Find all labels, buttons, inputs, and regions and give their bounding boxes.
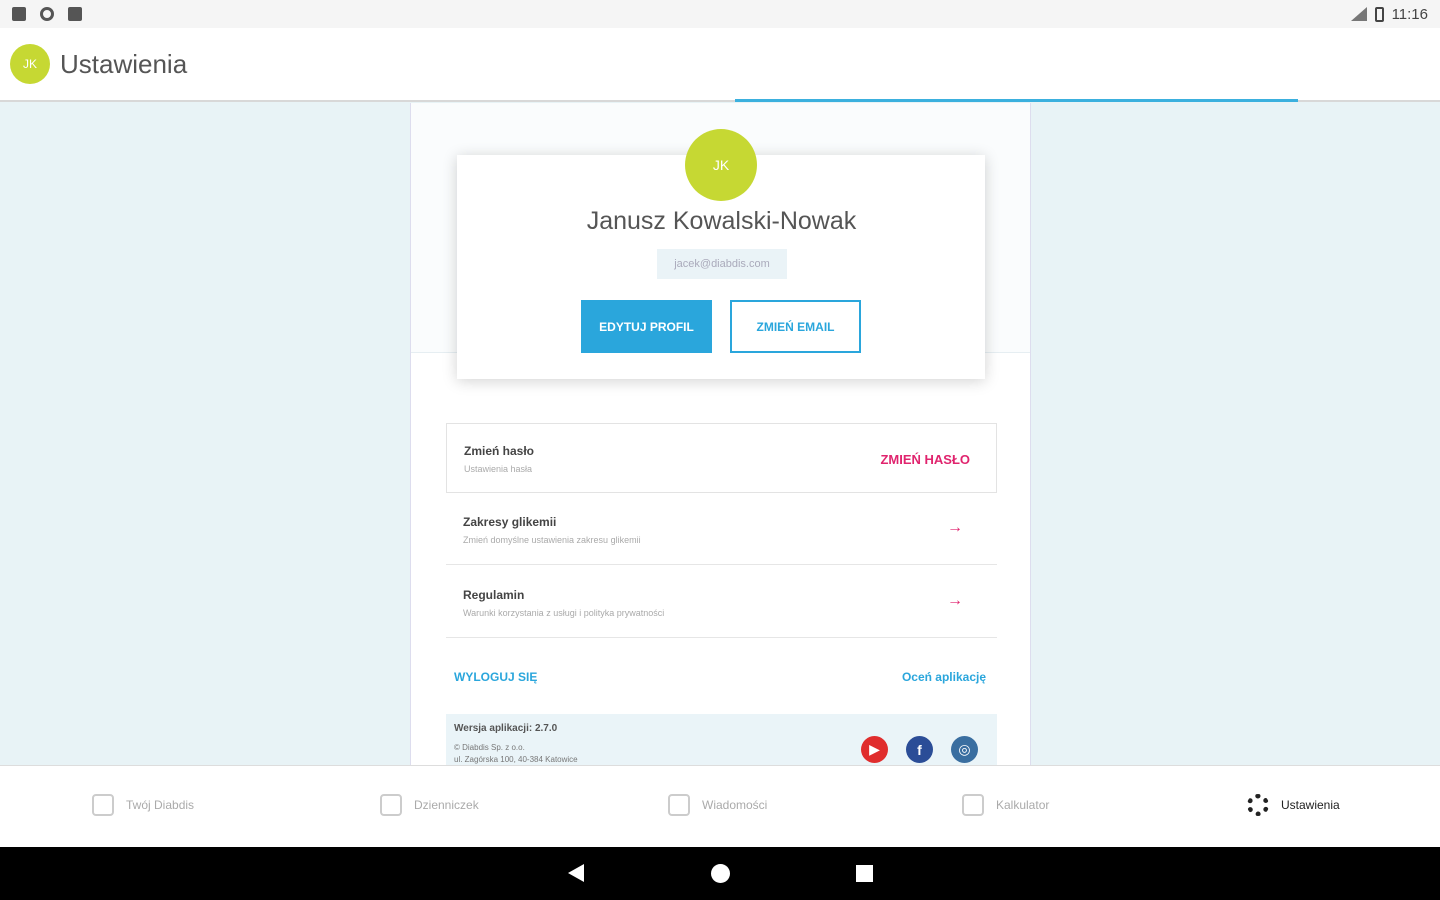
settings-row-title: Zmień hasło [464,444,535,458]
user-name: Janusz Kowalski-Nowak [586,207,857,235]
nav-item-label: Twój Diabdis [126,798,195,812]
arrow-right-icon[interactable]: → [947,592,963,610]
nav-item-twoj-diabdis[interactable]: Twój Diabdis [92,794,194,816]
copyright-text: © Diabdis Sp. z o.o. [454,743,525,752]
avatar[interactable]: JK [10,44,50,84]
app-info-footer: Wersja aplikacji: 2.7.0 © Diabdis Sp. z … [446,714,997,765]
notification-icon [12,7,26,21]
bottom-navigation: Twój Diabdis Dzienniczek Wiadomości Kalk… [0,765,1440,847]
header-accent-line [735,99,1298,102]
sd-card-icon [68,7,82,21]
youtube-icon[interactable]: ▶ [861,736,888,763]
app-header: JK Ustawienia [0,28,1440,102]
edit-profile-button[interactable]: EDYTUJ PROFIL [581,300,712,353]
arrow-right-icon[interactable]: → [947,519,963,537]
signal-icon [1350,7,1367,21]
messages-icon [668,794,690,816]
nav-item-label: Kalkulator [996,798,1050,812]
settings-row-subtitle: Zmień domyślne ustawienia zakresu glikem… [463,535,641,545]
settings-row-title: Zakresy glikemii [463,515,557,529]
nav-item-ustawienia[interactable]: Ustawienia [1247,794,1340,816]
recent-apps-icon[interactable] [856,865,873,882]
nav-item-label: Wiadomości [702,798,768,812]
nav-item-kalkulator[interactable]: Kalkulator [962,794,1049,816]
settings-row-glycemia[interactable]: Zakresy glikemii Zmień domyślne ustawien… [446,495,997,565]
notification-icons [12,7,82,21]
settings-panel: JK Janusz Kowalski-Nowak jacek@diabdis.c… [410,103,1031,765]
status-bar: 11:16 [0,0,1440,28]
nav-item-dzienniczek[interactable]: Dzienniczek [380,794,479,816]
profile-avatar[interactable]: JK [685,129,757,201]
settings-row-subtitle: Warunki korzystania z usługi i polityka … [463,608,665,618]
page-title: Ustawienia [60,48,188,79]
home-icon[interactable] [711,864,730,883]
settings-row-title: Regulamin [463,588,525,602]
user-email: jacek@diabdis.com [657,249,787,279]
nav-item-label: Dzienniczek [414,798,479,812]
back-icon[interactable] [568,864,584,882]
settings-row-password[interactable]: Zmień hasło Ustawienia hasła ZMIEŃ HASŁO [446,423,997,493]
diabdis-icon [92,794,114,816]
settings-row-subtitle: Ustawienia hasła [464,464,533,474]
sync-icon [40,7,54,21]
settings-row-terms[interactable]: Regulamin Warunki korzystania z usługi i… [446,568,997,638]
journal-icon [380,794,402,816]
change-email-button[interactable]: ZMIEŃ EMAIL [730,300,861,353]
system-navigation-bar [0,847,1440,900]
system-indicators: 11:16 [1350,5,1428,23]
app-version: Wersja aplikacji: 2.7.0 [454,723,558,734]
instagram-icon[interactable]: ◎ [951,736,978,763]
battery-icon [1374,6,1384,22]
clock: 11:16 [1391,5,1428,23]
calculator-icon [962,794,984,816]
logout-link[interactable]: WYLOGUJ SIĘ [454,670,537,684]
change-password-button[interactable]: ZMIEŃ HASŁO [880,452,970,467]
rate-app-link[interactable]: Oceń aplikację [902,670,986,684]
nav-item-label: Ustawienia [1281,798,1340,812]
company-address: ul. Zagórska 100, 40-384 Katowice [454,755,578,764]
gear-icon [1247,794,1269,816]
facebook-icon[interactable]: f [906,736,933,763]
nav-item-wiadomosci[interactable]: Wiadomości [668,794,767,816]
